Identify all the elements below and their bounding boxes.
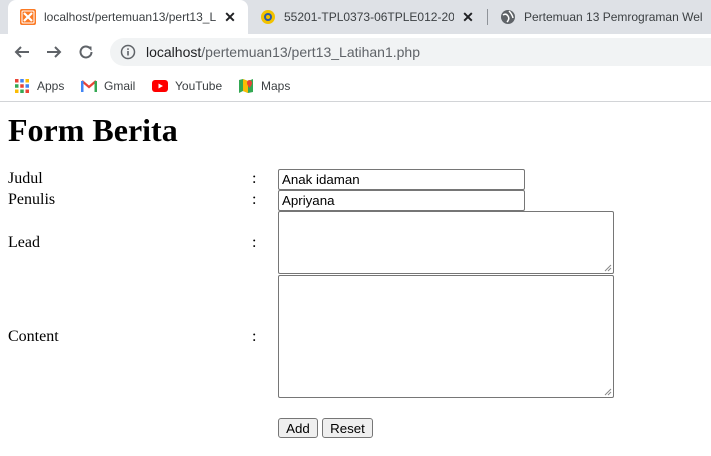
back-button[interactable] [10, 40, 34, 64]
bookmark-label: Apps [37, 79, 65, 93]
content-textarea[interactable] [278, 275, 614, 398]
bookmark-gmail[interactable]: Gmail [81, 76, 135, 96]
add-button[interactable]: Add [278, 418, 318, 438]
gmail-icon [81, 78, 97, 94]
close-tab-icon[interactable]: ✕ [222, 9, 238, 25]
bookmarks-bar: Apps Gmail YouTube Maps [0, 71, 711, 102]
reload-icon [79, 45, 93, 59]
colon: : [252, 328, 257, 345]
tab-localhost[interactable]: localhost/pertemuan13/pert13_L ✕ [8, 0, 248, 34]
penulis-input[interactable]: Apriyana [278, 190, 525, 211]
reset-button[interactable]: Reset [322, 418, 373, 438]
arrow-left-icon [14, 46, 29, 58]
penulis-label: Penulis [8, 191, 56, 208]
resize-grip-icon[interactable] [604, 264, 612, 272]
close-tab-icon[interactable]: ✕ [460, 9, 476, 25]
colon: : [252, 170, 257, 187]
judul-input[interactable]: Anak idaman [278, 169, 525, 190]
tab-pertemuan13[interactable]: Pertemuan 13 Pemrograman Wel [488, 0, 711, 34]
judul-label: Judul [8, 170, 43, 187]
maps-icon [238, 78, 254, 94]
youtube-icon [152, 78, 168, 94]
tab-strip: localhost/pertemuan13/pert13_L ✕ 55201-T… [0, 0, 711, 34]
page-content: Form Berita Judul : Anak idaman Penulis … [0, 102, 711, 456]
browser-toolbar: localhost/pertemuan13/pert13_Latihan1.ph… [0, 34, 711, 71]
address-bar[interactable]: localhost/pertemuan13/pert13_Latihan1.ph… [110, 38, 711, 66]
tab-title: localhost/pertemuan13/pert13_L [44, 10, 216, 24]
reload-button[interactable] [74, 40, 98, 64]
colon: : [252, 234, 257, 251]
apps-grid-icon [14, 78, 30, 94]
xampp-icon [20, 9, 36, 25]
arrow-right-icon [47, 46, 62, 58]
page-title: Form Berita [8, 112, 178, 148]
tab-title: 55201-TPL0373-06TPLE012-2020 [284, 10, 454, 24]
globe-icon [500, 9, 516, 25]
bookmark-label: Maps [261, 79, 291, 93]
tab-title: Pertemuan 13 Pemrograman Wel [524, 10, 703, 24]
tab-pamulang[interactable]: 55201-TPL0373-06TPLE012-2020 ✕ [248, 0, 486, 34]
url-host: localhost [146, 44, 202, 60]
info-icon[interactable] [120, 44, 136, 60]
content-label: Content [8, 328, 59, 345]
bookmark-youtube[interactable]: YouTube [152, 76, 222, 96]
colon: : [252, 191, 257, 208]
pamulang-icon [260, 9, 276, 25]
address-url: localhost/pertemuan13/pert13_Latihan1.ph… [146, 44, 420, 60]
bookmark-maps[interactable]: Maps [238, 76, 290, 96]
resize-grip-icon[interactable] [604, 388, 612, 396]
url-path: /pertemuan13/pert13_Latihan1.php [201, 44, 420, 60]
bookmark-label: Gmail [104, 79, 136, 93]
bookmark-label: YouTube [175, 79, 223, 93]
bookmark-apps[interactable]: Apps [14, 76, 64, 96]
lead-label: Lead [8, 234, 40, 251]
forward-button[interactable] [42, 40, 66, 64]
lead-textarea[interactable] [278, 211, 614, 274]
